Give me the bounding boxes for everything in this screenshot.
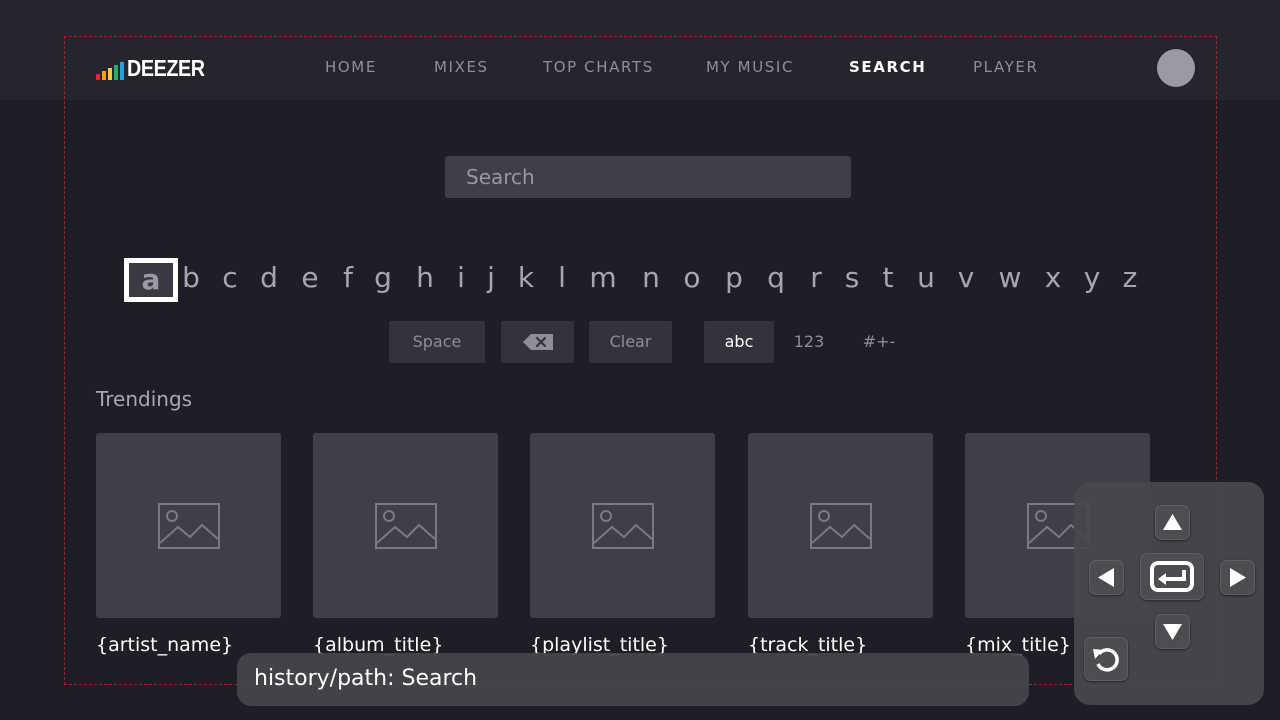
trendings-title: Trendings — [96, 387, 193, 411]
key-w[interactable]: w — [992, 258, 1028, 302]
left-button[interactable] — [1089, 560, 1124, 595]
right-arrow-icon — [1230, 568, 1246, 587]
mode-abc-button[interactable]: abc — [704, 321, 774, 363]
image-placeholder-icon — [375, 503, 437, 549]
key-o[interactable]: o — [674, 258, 710, 302]
history-path-overlay: history/path: Search — [237, 653, 1029, 706]
key-c[interactable]: c — [212, 258, 248, 302]
top-bar: DEEZER HOME MIXES TOP CHARTS MY MUSIC SE… — [0, 0, 1280, 100]
trending-card-playlist[interactable] — [530, 433, 715, 618]
key-t[interactable]: t — [870, 258, 906, 302]
trending-label-artist: {artist_name} — [96, 634, 234, 656]
key-b[interactable]: b — [173, 258, 209, 302]
enter-button[interactable] — [1140, 553, 1204, 600]
key-n[interactable]: n — [633, 258, 669, 302]
key-y[interactable]: y — [1074, 258, 1110, 302]
key-a[interactable]: a — [124, 258, 178, 302]
mode-123-button[interactable]: 123 — [774, 321, 844, 363]
key-s[interactable]: s — [834, 258, 870, 302]
key-e[interactable]: e — [292, 258, 328, 302]
back-button[interactable] — [1084, 637, 1128, 681]
down-arrow-icon — [1163, 624, 1182, 640]
nav-search[interactable]: SEARCH — [849, 58, 926, 76]
nav-my-music[interactable]: MY MUSIC — [706, 58, 794, 76]
backspace-button[interactable] — [501, 321, 574, 363]
key-f[interactable]: f — [330, 258, 366, 302]
key-m[interactable]: m — [585, 258, 621, 302]
main-nav: HOME MIXES TOP CHARTS MY MUSIC SEARCH PL… — [0, 58, 1280, 78]
key-h[interactable]: h — [407, 258, 443, 302]
nav-home[interactable]: HOME — [325, 58, 377, 76]
down-button[interactable] — [1155, 614, 1190, 649]
search-input[interactable] — [445, 156, 851, 198]
enter-icon — [1150, 561, 1194, 592]
key-k[interactable]: k — [508, 258, 544, 302]
right-button[interactable] — [1220, 560, 1255, 595]
image-placeholder-icon — [810, 503, 872, 549]
key-v[interactable]: v — [948, 258, 984, 302]
back-icon — [1093, 648, 1119, 672]
backspace-icon — [523, 334, 553, 350]
space-button[interactable]: Space — [389, 321, 485, 363]
nav-top-charts[interactable]: TOP CHARTS — [543, 58, 654, 76]
key-p[interactable]: p — [716, 258, 752, 302]
left-arrow-icon — [1098, 568, 1114, 587]
clear-button[interactable]: Clear — [589, 321, 672, 363]
image-placeholder-icon — [592, 503, 654, 549]
key-q[interactable]: q — [758, 258, 794, 302]
nav-mixes[interactable]: MIXES — [434, 58, 489, 76]
key-l[interactable]: l — [544, 258, 580, 302]
key-r[interactable]: r — [798, 258, 834, 302]
up-arrow-icon — [1163, 514, 1182, 530]
letter-keyboard: a b c d e f g h i j k l m n o p q r s t … — [124, 258, 1144, 302]
key-z[interactable]: z — [1112, 258, 1148, 302]
nav-player[interactable]: PLAYER — [973, 58, 1039, 76]
key-j[interactable]: j — [473, 258, 509, 302]
remote-control-pad — [1074, 482, 1264, 705]
trending-card-album[interactable] — [313, 433, 498, 618]
key-d[interactable]: d — [251, 258, 287, 302]
trending-card-artist[interactable] — [96, 433, 281, 618]
key-g[interactable]: g — [365, 258, 401, 302]
key-x[interactable]: x — [1035, 258, 1071, 302]
key-u[interactable]: u — [908, 258, 944, 302]
trending-card-track[interactable] — [748, 433, 933, 618]
avatar[interactable] — [1157, 49, 1195, 87]
mode-symbols-button[interactable]: #+- — [844, 321, 914, 363]
image-placeholder-icon — [158, 503, 220, 549]
up-button[interactable] — [1155, 505, 1190, 540]
